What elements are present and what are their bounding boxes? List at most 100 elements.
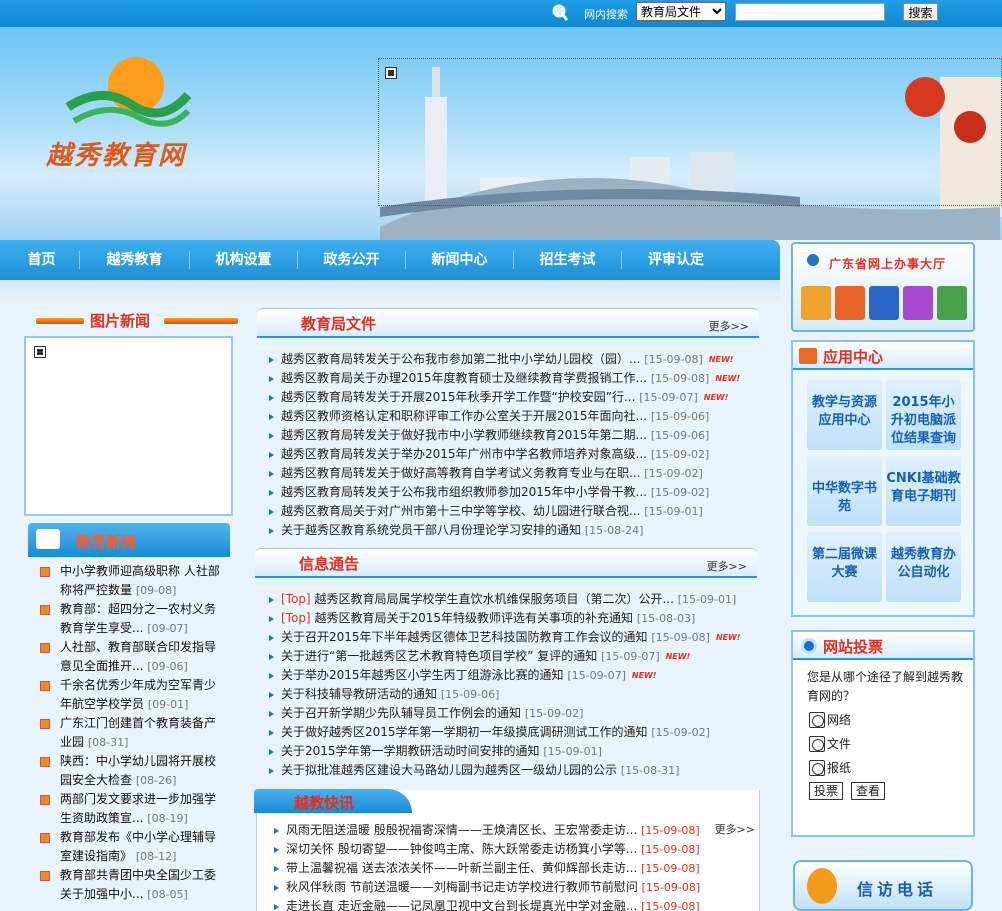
notice-link[interactable]: 关于做好越秀区2015学年第一学期初一年级摸底调研测试工作的通知: [281, 725, 648, 739]
vote-option[interactable]: 报纸: [809, 759, 851, 776]
app-tile-cnki-journal[interactable]: CNKI基础教育电子期刊: [886, 456, 961, 526]
list-item[interactable]: 越秀区教育局转发关于做好高等教育自学考试义务教育专业与在职... [15-09-…: [267, 464, 757, 483]
notice-link[interactable]: 越秀区教育局局属学校学生直饮水机维保服务项目（第二次）公开...: [314, 592, 673, 606]
vote-option[interactable]: 网络: [809, 711, 851, 728]
notice-link[interactable]: 关于召开2015年下半年越秀区德体卫艺科技国防教育工作会议的通知: [281, 630, 648, 644]
doc-link[interactable]: 越秀区教育局关于办理2015年度教育硕士及继续教育学费报销工作...: [281, 371, 647, 385]
app-tile-teaching-resources[interactable]: 教学与资源应用中心: [807, 380, 882, 450]
list-item[interactable]: 关于举办2015年越秀区小学生丙丁组游泳比赛的通知 [15-09-07] NEW!: [267, 666, 759, 685]
nav-item-organization[interactable]: 机构设置: [190, 251, 298, 269]
list-item[interactable]: 千余名优秀少年成为空军青少年航空学校学员 [09-01]: [30, 676, 226, 714]
nav-item-government-affairs[interactable]: 政务公开: [298, 251, 406, 269]
news-link[interactable]: 千余名优秀少年成为空军青少年航空学校学员: [60, 678, 216, 711]
list-item[interactable]: [Top] 越秀区教育局局属学校学生直饮水机维保服务项目（第二次）公开... […: [267, 590, 759, 609]
vote-option[interactable]: 文件: [809, 735, 851, 752]
radio-button[interactable]: [809, 759, 825, 776]
notice-link[interactable]: 关于拟批准越秀区建设大马路幼儿园为越秀区一级幼儿园的公示: [281, 763, 617, 777]
quick-news-link[interactable]: 带上温馨祝福 送去浓浓关怀——叶新兰副主任、黄仰辉部长走访...: [286, 861, 637, 875]
news-link[interactable]: 人社部、教育部联合印发指导意见全面推开...: [60, 640, 216, 673]
news-link[interactable]: 广东江门创建首个教育装备产业园: [60, 716, 216, 749]
list-item[interactable]: 两部门发文要求进一步加强学生资助政策宣... [08-19]: [30, 790, 226, 828]
quick-news-link[interactable]: 走进长直 走近金融——记凤凰卫视中文台到长堤真光中学对金融...: [286, 899, 637, 911]
list-item[interactable]: 关于越秀区教育系统党员干部八月份理论学习安排的通知 [15-08-24]: [267, 521, 757, 540]
list-item[interactable]: 越秀区教育局转发关于举办2015年广州市中学名教师培养对象高级... [15-0…: [267, 445, 757, 464]
nav-item-yuexiu-education[interactable]: 越秀教育: [80, 251, 190, 269]
documents-more-link[interactable]: 更多>>: [709, 318, 749, 334]
doc-link[interactable]: 越秀区教育局转发关于举办2015年广州市中学名教师培养对象高级...: [281, 447, 647, 461]
list-item[interactable]: 越秀区教育局转发关于做好我市中小学教师继续教育2015年第二期... [15-0…: [267, 426, 757, 445]
doc-link[interactable]: 越秀区教育局转发关于公布我市组织教师参加2015年中小学骨干教...: [281, 485, 647, 499]
notice-link[interactable]: 关于进行“第一批越秀区艺术教育特色项目学校” 复评的通知: [281, 649, 597, 663]
list-item[interactable]: 越秀区教育局关于对广州市第十三中学等学校、幼儿园进行联合视... [15-09-…: [267, 502, 757, 521]
list-item[interactable]: 带上温馨祝福 送去浓浓关怀——叶新兰副主任、黄仰辉部长走访... [15-09-…: [272, 859, 756, 878]
list-item[interactable]: 教育部：超四分之一农村义务教育学生享受... [09-07]: [30, 600, 226, 638]
doc-link[interactable]: 越秀区教育局转发关于做好高等教育自学考试义务教育专业与在职...: [281, 466, 640, 480]
list-item[interactable]: 越秀区教育局转发关于公布我市参加第二批中小学幼儿园校（园）... [15-09-…: [267, 350, 757, 369]
list-item[interactable]: 广东江门创建首个教育装备产业园 [08-31]: [30, 714, 226, 752]
list-item[interactable]: 人社部、教育部联合印发指导意见全面推开... [09-06]: [30, 638, 226, 676]
gov-service-icon[interactable]: [937, 286, 967, 320]
doc-link[interactable]: 越秀区教师资格认定和职称评审工作办公室关于开展2015年面向社...: [281, 409, 647, 423]
list-item[interactable]: 秋风伴秋雨 节前送温暖——刘梅副书记走访学校进行教师节前慰问 [15-09-08…: [272, 878, 756, 897]
list-item[interactable]: 越秀区教育局关于办理2015年度教育硕士及继续教育学费报销工作... [15-0…: [267, 369, 757, 388]
app-tile-admission-lottery[interactable]: 2015年小升初电脑派位结果查询: [886, 380, 961, 450]
list-item[interactable]: 关于2015学年第一学期教研活动时间安排的通知 [15-09-01]: [267, 742, 759, 761]
notice-link[interactable]: 关于召开新学期少先队辅导员工作例会的通知: [281, 706, 521, 720]
gov-services-box[interactable]: 广东省网上办事大厅: [791, 242, 975, 332]
vote-view-button[interactable]: 查看: [851, 782, 885, 800]
vote-submit-button[interactable]: 投票: [809, 782, 843, 800]
doc-link[interactable]: 越秀区教育局关于对广州市第十三中学等学校、幼儿园进行联合视...: [281, 504, 640, 518]
app-tile-office-automation[interactable]: 越秀教育办公自动化: [886, 532, 961, 602]
notice-link[interactable]: 越秀区教育局关于2015年特级教师评选有关事项的补充通知: [314, 611, 633, 625]
quick-news-link[interactable]: 风雨无阻送温暖 殷殷祝福寄深情——王焕清区长、王宏常委走访...: [286, 823, 637, 837]
doc-link[interactable]: 越秀区教育局转发关于做好我市中小学教师继续教育2015年第二期...: [281, 428, 647, 442]
list-item[interactable]: 关于拟批准越秀区建设大马路幼儿园为越秀区一级幼儿园的公示 [15-08-31]: [267, 761, 759, 780]
news-link[interactable]: 教育部共青团中央全国少工委关于加强中小...: [60, 868, 216, 901]
gov-service-icon[interactable]: [903, 286, 933, 320]
list-item[interactable]: 越秀区教育局转发关于公布我市组织教师参加2015年中小学骨干教... [15-0…: [267, 483, 757, 502]
gov-services-title: 广东省网上办事大厅: [829, 257, 947, 271]
radio-button[interactable]: [809, 711, 825, 728]
doc-link[interactable]: 越秀区教育局转发关于公布我市参加第二批中小学幼儿园校（园）...: [281, 352, 640, 366]
app-tile-digital-library[interactable]: 中华数字书苑: [807, 456, 882, 526]
list-item[interactable]: 关于做好越秀区2015学年第一学期初一年级摸底调研测试工作的通知 [15-09-…: [267, 723, 759, 742]
nav-item-news-center[interactable]: 新闻中心: [406, 251, 514, 269]
list-item[interactable]: [Top] 越秀区教育局关于2015年特级教师评选有关事项的补充通知 [15-0…: [267, 609, 759, 628]
gov-service-icon[interactable]: [835, 286, 865, 320]
list-item[interactable]: 教育部发布《中小学心理辅导室建设指南》 [08-12]: [30, 828, 226, 866]
notices-more-link[interactable]: 更多>>: [707, 558, 747, 574]
radio-button[interactable]: [809, 735, 825, 752]
quick-news-link[interactable]: 秋风伴秋雨 节前送温暖——刘梅副书记走访学校进行教师节前慰问: [286, 880, 638, 894]
list-item[interactable]: 越秀区教师资格认定和职称评审工作办公室关于开展2015年面向社... [15-0…: [267, 407, 757, 426]
notice-link[interactable]: 关于科技辅导教研活动的通知: [281, 687, 437, 701]
nav-item-admissions[interactable]: 招生考试: [514, 251, 622, 269]
news-link[interactable]: 教育部：超四分之一农村义务教育学生享受...: [60, 602, 216, 635]
list-item[interactable]: 关于进行“第一批越秀区艺术教育特色项目学校” 复评的通知 [15-09-07] N…: [267, 647, 759, 666]
list-item[interactable]: 中小学教师迎高级职称 人社部称将严控数量 [09-08]: [30, 562, 226, 600]
doc-link[interactable]: 越秀区教育局转发关于开展2015年秋季开学工作暨“护校安园”行...: [281, 390, 635, 404]
list-item[interactable]: 关于召开新学期少先队辅导员工作例会的通知 [15-09-02]: [267, 704, 759, 723]
search-button[interactable]: 搜索: [903, 3, 938, 21]
quick-news-link[interactable]: 深切关怀 殷切寄望——钟俊鸣主席、陈大跃常委走访杨箕小学等...: [286, 842, 637, 856]
search-input[interactable]: [735, 3, 885, 21]
notice-link[interactable]: 关于举办2015年越秀区小学生丙丁组游泳比赛的通知: [281, 668, 564, 682]
list-item[interactable]: 教育部共青团中央全国少工委关于加强中小... [08-05]: [30, 866, 226, 904]
search-category-select[interactable]: 教育局文件: [636, 2, 726, 21]
list-item[interactable]: 关于召开2015年下半年越秀区德体卫艺科技国防教育工作会议的通知 [15-09-…: [267, 628, 759, 647]
notice-link[interactable]: 关于2015学年第一学期教研活动时间安排的通知: [281, 744, 540, 758]
gov-service-icon[interactable]: [801, 286, 831, 320]
documents-list: 越秀区教育局转发关于公布我市参加第二批中小学幼儿园校（园）... [15-09-…: [267, 350, 757, 540]
nav-item-home[interactable]: 首页: [4, 251, 80, 269]
list-item[interactable]: 风雨无阻送温暖 殷殷祝福寄深情——王焕清区长、王宏常委走访... [15-09-…: [272, 821, 756, 840]
list-item[interactable]: 陕西：中小学幼儿园将开展校园安全大检查 [08-26]: [30, 752, 226, 790]
list-item[interactable]: 越秀区教育局转发关于开展2015年秋季开学工作暨“护校安园”行... [15-0…: [267, 388, 757, 407]
list-item[interactable]: 关于科技辅导教研活动的通知 [15-09-06]: [267, 685, 759, 704]
news-link[interactable]: 两部门发文要求进一步加强学生资助政策宣...: [60, 792, 216, 825]
nav-item-evaluation[interactable]: 评审认定: [622, 251, 730, 269]
doc-link[interactable]: 关于越秀区教育系统党员干部八月份理论学习安排的通知: [281, 523, 581, 537]
app-tile-micro-lesson[interactable]: 第二届微课大赛: [807, 532, 882, 602]
petition-phone-box[interactable]: 信访电话: [793, 860, 973, 911]
list-item[interactable]: 深切关怀 殷切寄望——钟俊鸣主席、陈大跃常委走访杨箕小学等... [15-09-…: [272, 840, 756, 859]
list-item[interactable]: 走进长直 走近金融——记凤凰卫视中文台到长堤真光中学对金融... [15-09-…: [272, 897, 756, 911]
gov-service-icon[interactable]: [869, 286, 899, 320]
